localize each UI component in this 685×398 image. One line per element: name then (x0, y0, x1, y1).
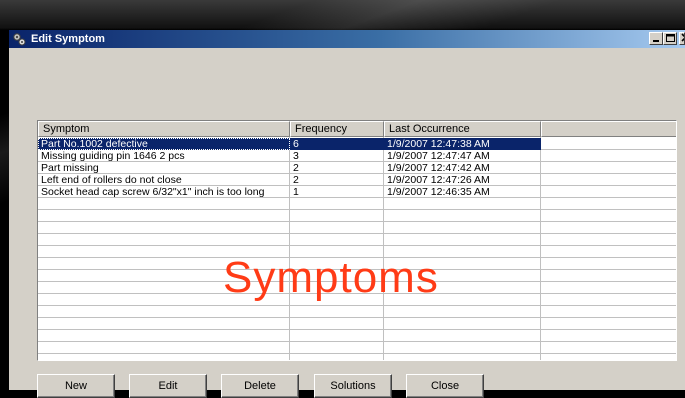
table-row[interactable]: Left end of rollers do not close 2 1/9/200… (38, 174, 676, 186)
cell-last-occurrence: 1/9/2007 12:47:38 AM (384, 138, 541, 150)
column-header-last-occurrence[interactable]: Last Occurrence (384, 121, 541, 137)
maximize-icon (666, 34, 675, 42)
title-bar[interactable]: Edit Symptom (9, 30, 685, 48)
table-row[interactable]: Missing guiding pin 1646 2 pcs 3 1/9/2007 … (38, 150, 676, 162)
new-button[interactable]: New (37, 374, 115, 398)
table-row[interactable]: Part No.1002 defective 6 1/9/2007 12:47:38… (38, 138, 676, 150)
cell-frequency: 1 (293, 186, 299, 198)
close-button[interactable] (679, 32, 685, 45)
cell-last-occurrence: 1/9/2007 12:46:35 AM (387, 186, 490, 198)
cell-frequency: 2 (293, 162, 299, 174)
close-dialog-button[interactable]: Close (406, 374, 484, 398)
symptom-grid[interactable]: Symptom Frequency Last Occurrence Part N… (37, 120, 677, 361)
solutions-button[interactable]: Solutions (314, 374, 392, 398)
cell-symptom: Part No.1002 defective (38, 138, 290, 150)
cell-symptom: Socket head cap screw 6/32"x1" inch is t… (41, 186, 265, 198)
maximize-button[interactable] (663, 32, 677, 45)
close-icon (681, 33, 684, 42)
minimize-icon (653, 40, 659, 42)
cell-symptom: Left end of rollers do not close (41, 174, 182, 186)
table-row[interactable]: Socket head cap screw 6/32"x1" inch is t… (38, 186, 676, 198)
gears-icon (13, 33, 26, 46)
table-row[interactable]: Part missing 2 1/9/2007 12:47:42 AM (38, 162, 676, 174)
cell-frequency: 3 (293, 150, 299, 162)
cell-last-occurrence: 1/9/2007 12:47:47 AM (387, 150, 490, 162)
edit-symptom-window: Edit Symptom Symptom Frequency Last Occu… (9, 30, 685, 398)
cell-last-occurrence: 1/9/2007 12:47:42 AM (387, 162, 490, 174)
grid-header: Symptom Frequency Last Occurrence (38, 121, 676, 137)
minimize-button[interactable] (649, 32, 663, 45)
window-title: Edit Symptom (31, 33, 105, 45)
edit-button[interactable]: Edit (129, 374, 207, 398)
cell-last-occurrence: 1/9/2007 12:47:26 AM (387, 174, 490, 186)
cell-frequency: 6 (290, 138, 384, 150)
column-header-blank[interactable] (541, 121, 676, 137)
cell-frequency: 2 (293, 174, 299, 186)
symptoms-overlay-caption: Symptoms (223, 253, 439, 302)
column-header-symptom[interactable]: Symptom (38, 121, 290, 137)
cell-symptom: Part missing (41, 162, 99, 174)
cell-symptom: Missing guiding pin 1646 2 pcs (41, 150, 185, 162)
column-header-frequency[interactable]: Frequency (290, 121, 384, 137)
delete-button[interactable]: Delete (221, 374, 299, 398)
